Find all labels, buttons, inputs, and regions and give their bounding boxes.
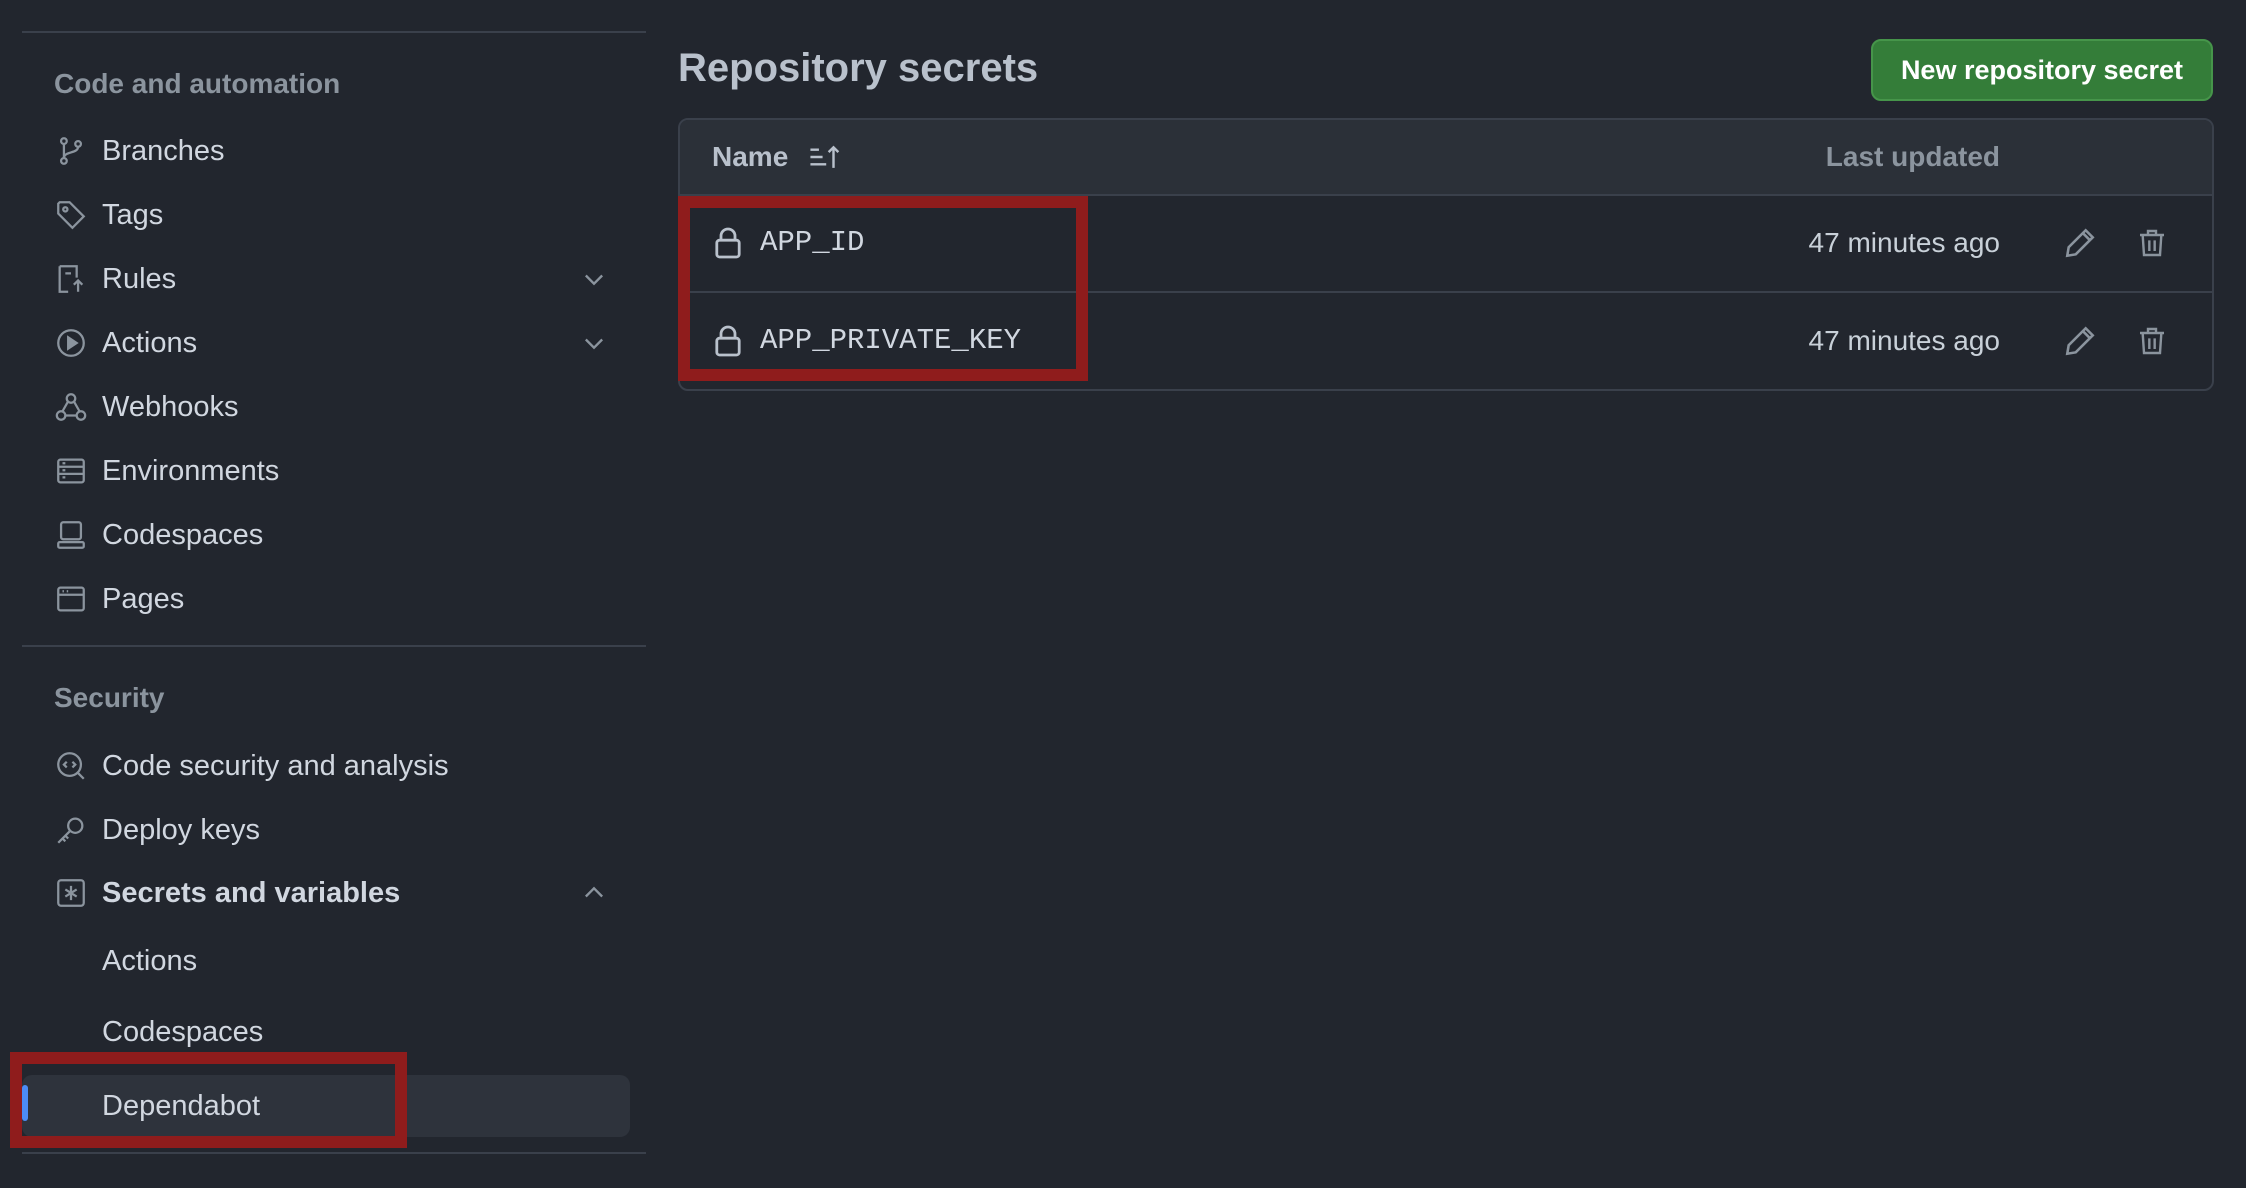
chevron-up-icon[interactable] bbox=[580, 879, 608, 907]
chevron-down-icon[interactable] bbox=[580, 265, 608, 293]
annotation-box-dependabot bbox=[10, 1052, 407, 1148]
section-title-code-automation: Code and automation bbox=[54, 68, 341, 99]
sidebar-divider bbox=[22, 31, 646, 33]
server-icon bbox=[54, 454, 88, 488]
sidebar-item-deploy-keys[interactable]: Deploy keys bbox=[40, 802, 630, 858]
sidebar-subitem-label: Actions bbox=[102, 944, 198, 977]
page-title: Repository secrets bbox=[678, 46, 1039, 90]
sidebar-item-rules[interactable]: Rules bbox=[40, 251, 630, 307]
sidebar-item-actions[interactable]: Actions bbox=[40, 315, 630, 371]
sidebar-divider bbox=[22, 1152, 646, 1154]
column-header-name[interactable]: Name bbox=[712, 141, 788, 173]
chevron-down-icon[interactable] bbox=[580, 329, 608, 357]
sidebar-item-label: Pages bbox=[102, 582, 185, 615]
sidebar-item-label: Tags bbox=[102, 198, 164, 231]
sidebar-item-label: Environments bbox=[102, 454, 280, 487]
asterisk-icon bbox=[54, 876, 88, 910]
tag-icon bbox=[54, 198, 88, 232]
key-icon bbox=[54, 813, 88, 847]
sidebar-item-label: Webhooks bbox=[102, 390, 239, 423]
rules-icon bbox=[54, 262, 88, 296]
sidebar-item-label: Actions bbox=[102, 326, 198, 359]
section-title-security: Security bbox=[54, 682, 165, 713]
table-header: Name Last updated bbox=[680, 120, 2212, 196]
sidebar-item-code-security[interactable]: Code security and analysis bbox=[40, 738, 630, 794]
sidebar-item-label: Code security and analysis bbox=[102, 749, 449, 782]
sidebar-item-branches[interactable]: Branches bbox=[40, 123, 630, 179]
sidebar-subitem-label: Codespaces bbox=[102, 1015, 264, 1048]
git-branch-icon bbox=[54, 134, 88, 168]
sidebar-item-secrets-and-variables[interactable]: Secrets and variables bbox=[40, 865, 630, 921]
codescan-icon bbox=[54, 749, 88, 783]
sidebar-item-label: Deploy keys bbox=[102, 813, 260, 846]
column-header-last-updated: Last updated bbox=[1825, 141, 2000, 172]
main-content: Repository secrets New repository secret… bbox=[678, 0, 2214, 1188]
sidebar-item-codespaces[interactable]: Codespaces bbox=[40, 507, 630, 563]
sidebar-item-label: Rules bbox=[102, 262, 177, 295]
sidebar-item-webhooks[interactable]: Webhooks bbox=[40, 379, 630, 435]
annotation-box-secrets bbox=[678, 196, 1088, 381]
sidebar-item-label: Branches bbox=[102, 134, 225, 167]
webhook-icon bbox=[54, 390, 88, 424]
settings-sidebar: Code and automation Branches Tags Rules bbox=[0, 0, 650, 1188]
trash-icon[interactable] bbox=[2136, 226, 2168, 260]
sidebar-item-label: Secrets and variables bbox=[102, 876, 401, 909]
browser-icon bbox=[54, 582, 88, 616]
codespaces-icon bbox=[54, 518, 88, 552]
sidebar-item-tags[interactable]: Tags bbox=[40, 187, 630, 243]
secret-last-updated: 47 minutes ago bbox=[1808, 325, 2000, 356]
play-icon bbox=[54, 326, 88, 360]
trash-icon[interactable] bbox=[2136, 324, 2168, 358]
settings-page: Code and automation Branches Tags Rules bbox=[0, 0, 2246, 1188]
new-repository-secret-button[interactable]: New repository secret bbox=[1871, 39, 2213, 101]
sidebar-divider bbox=[22, 645, 646, 647]
secret-last-updated: 47 minutes ago bbox=[1808, 227, 2000, 258]
pencil-icon[interactable] bbox=[2063, 324, 2097, 358]
sidebar-subitem-actions[interactable]: Actions bbox=[40, 933, 630, 989]
sidebar-item-pages[interactable]: Pages bbox=[40, 571, 630, 627]
sidebar-item-environments[interactable]: Environments bbox=[40, 443, 630, 499]
pencil-icon[interactable] bbox=[2063, 226, 2097, 260]
sort-ascending-icon[interactable] bbox=[808, 142, 842, 172]
sidebar-item-label: Codespaces bbox=[102, 518, 264, 551]
